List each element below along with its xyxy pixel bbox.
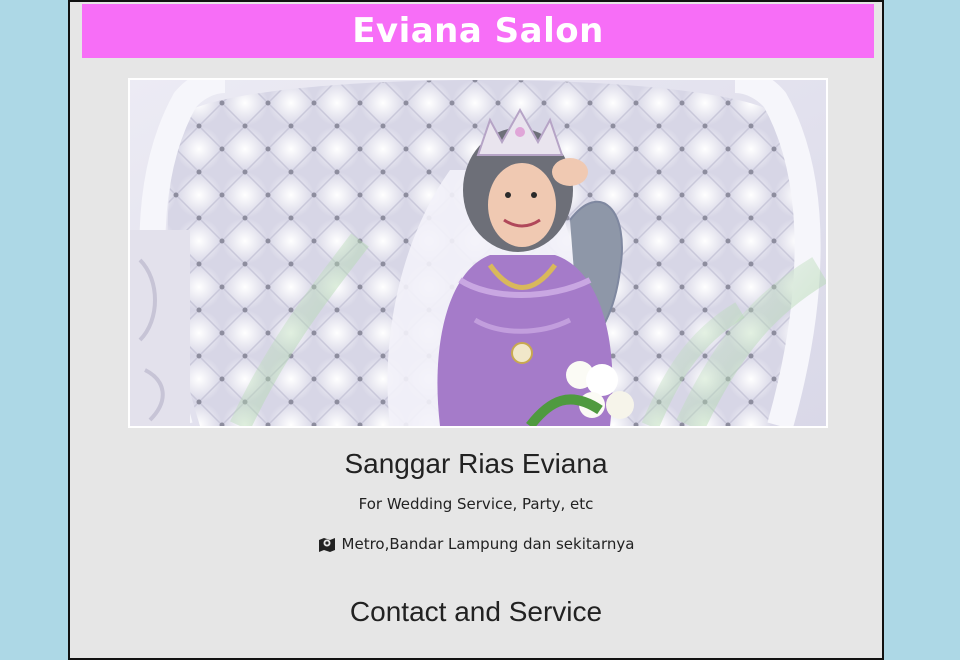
studio-location: Metro,Bandar Lampung dan sekitarnya — [70, 535, 882, 553]
contact-section-title: Contact and Service — [349, 596, 603, 627]
hero-image — [128, 78, 828, 428]
header-bar: Eviana Salon — [82, 4, 874, 58]
map-marker-icon — [318, 536, 336, 552]
studio-tagline: For Wedding Service, Party, etc — [358, 495, 594, 513]
bride-photo — [130, 80, 826, 426]
content-container: Eviana Salon Sanggar Rias Eviana For Wed… — [68, 0, 884, 660]
site-title: Eviana Salon — [352, 11, 604, 51]
studio-name: Sanggar Rias Eviana — [344, 448, 608, 479]
location-text: Metro,Bandar Lampung dan sekitarnya — [341, 535, 635, 553]
